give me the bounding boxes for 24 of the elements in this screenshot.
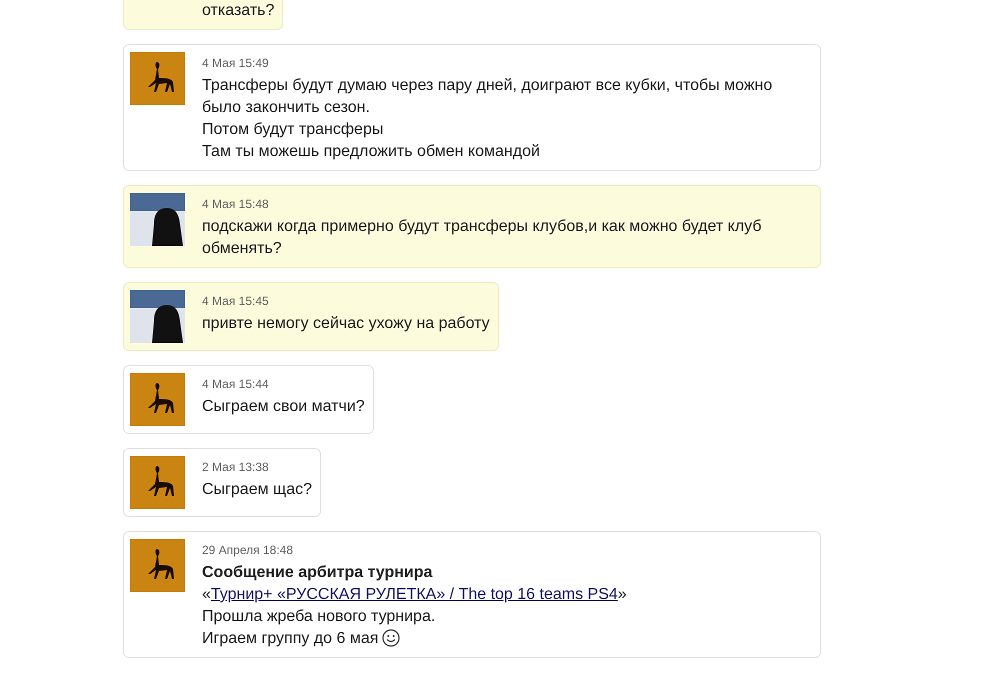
message-text: Прошла жреба нового турнира. xyxy=(202,607,436,627)
avatar-picture xyxy=(130,52,185,105)
avatar-picture xyxy=(130,456,185,509)
message-date: 4 Мая 15:45 xyxy=(202,293,270,309)
avatar-picture xyxy=(130,373,185,426)
message-text: Сыграем свои матчи? xyxy=(202,397,365,417)
message-date: 29 Апреля 18:48 xyxy=(202,542,294,558)
message-text: привте немогу сейчас ухожу на работу xyxy=(202,314,490,334)
message-text: подскажи когда примерно будут трансферы клубов,и как можно будет клуб обменять? xyxy=(202,217,762,259)
avatar-picture xyxy=(130,290,185,343)
avatar-picture xyxy=(130,193,185,246)
message-text: Играем группу до 6 мая xyxy=(202,628,812,650)
message-date: 2 Мая 13:38 xyxy=(202,459,270,475)
message-text: Там ты можешь предложить обмен командой xyxy=(202,142,541,162)
message-text: Сообщение арбитра турнира «Турнир+ «РУССКАЯ РУЛЕТКА» / The top 16 teams PS4» xyxy=(202,563,628,605)
message-date: 4 Мая 15:48 xyxy=(202,196,270,212)
message-text: Сыграем щас? xyxy=(202,480,312,500)
message-text: отказать? xyxy=(202,1,274,21)
message-date: 4 Мая 15:44 xyxy=(202,376,270,392)
message-date: 4 Мая 15:49 xyxy=(202,55,270,71)
message-text: Потом будут трансферы xyxy=(202,120,384,140)
message-text: Трансферы будут думаю через пару дней, доиграют все кубки, чтобы можно было закончить сезон. xyxy=(202,76,774,118)
tournament-link[interactable]: Турнир+ «РУССКАЯ РУЛЕТКА» / The top 16 teams PS4 xyxy=(210,586,618,603)
avatar-picture xyxy=(130,539,185,592)
